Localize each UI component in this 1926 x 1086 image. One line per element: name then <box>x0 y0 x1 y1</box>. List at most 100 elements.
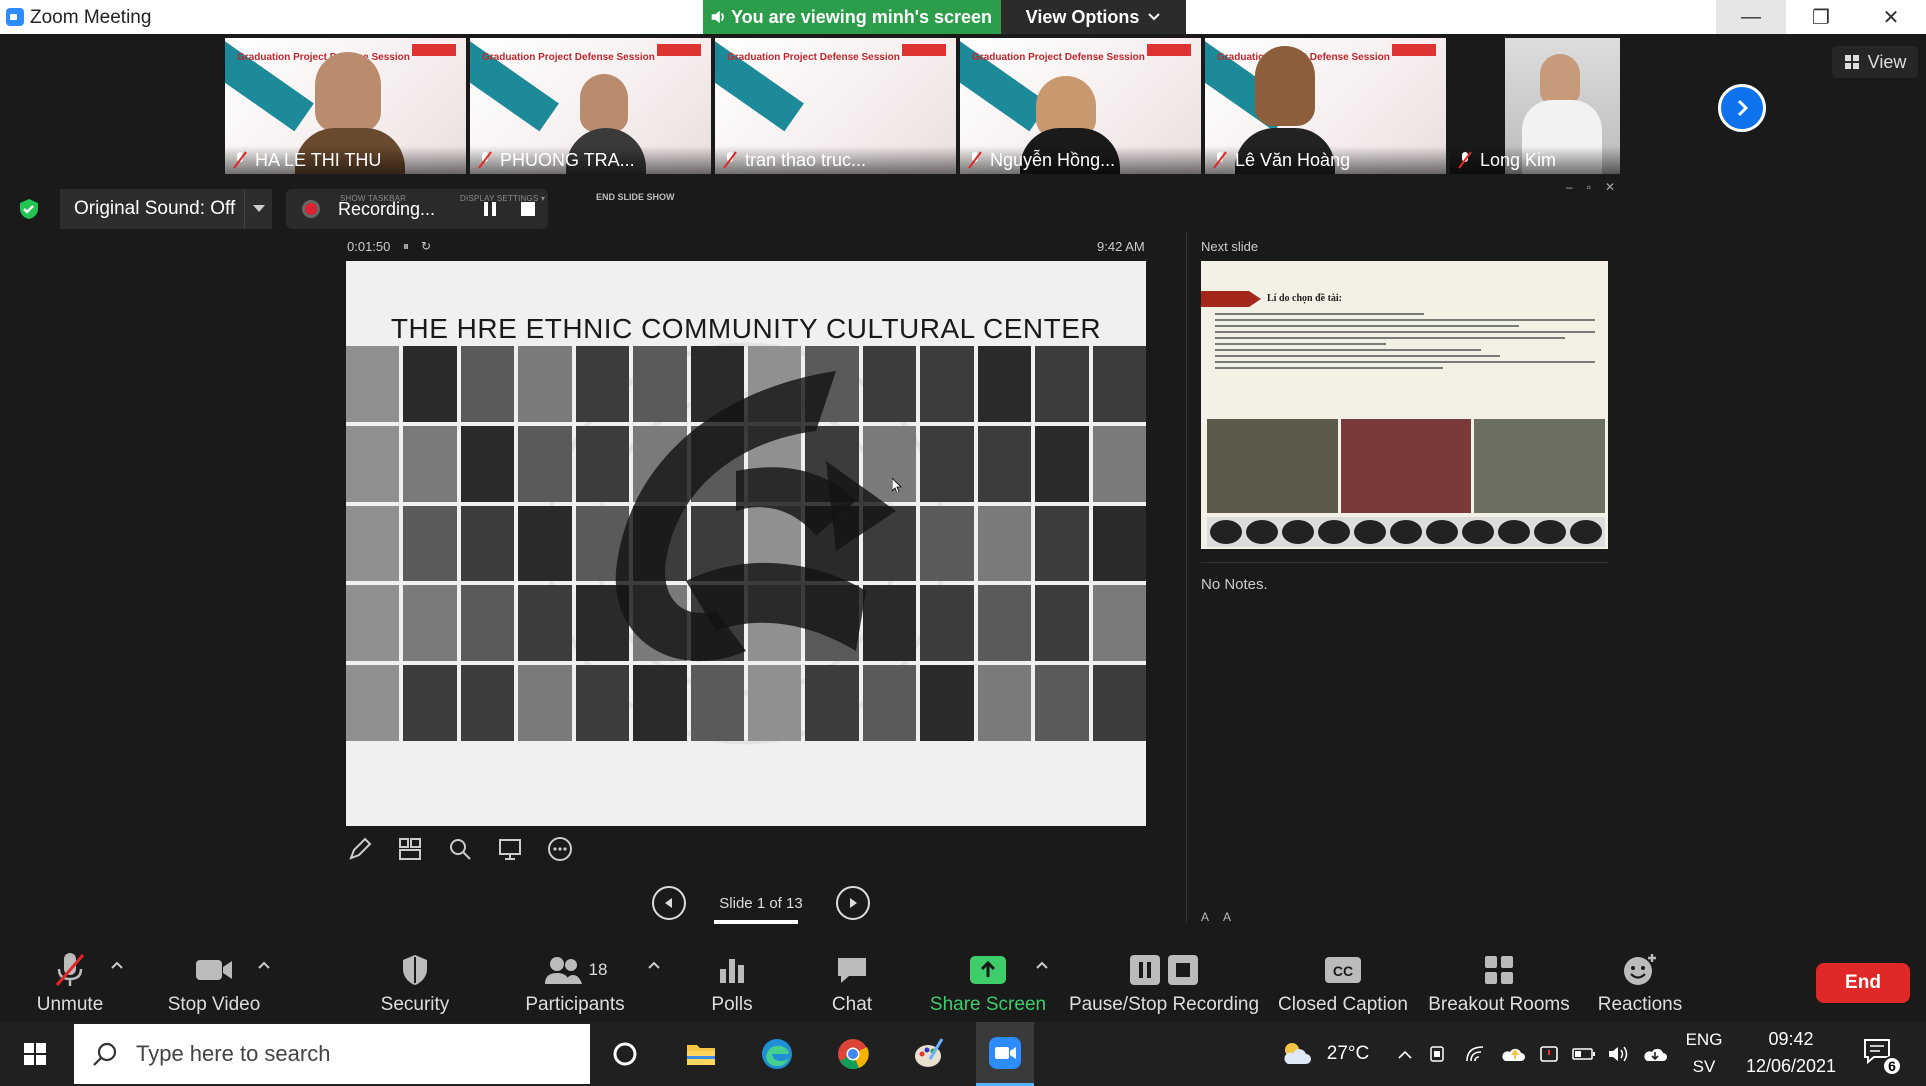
closed-caption-button[interactable]: CC Closed Caption <box>1278 940 1408 1020</box>
next-slide-preview[interactable]: Lí do chọn đề tài: <box>1201 261 1608 549</box>
participant-name: PHUONG TRA... <box>500 149 635 170</box>
background-header: Graduation Project Defense Session <box>727 52 900 63</box>
unmute-button[interactable]: Unmute <box>24 940 116 1020</box>
pause-stop-icon <box>1130 955 1198 985</box>
participants-caret-icon[interactable] <box>647 958 661 972</box>
reactions-button[interactable]: Reactions <box>1594 940 1686 1020</box>
minimize-button[interactable]: — <box>1716 0 1786 34</box>
participant-tile[interactable]: Graduation Project Defense Session tran … <box>715 38 956 174</box>
temperature-readout[interactable]: 27°C <box>1318 1022 1378 1086</box>
volume-icon[interactable] <box>1604 1022 1632 1086</box>
pause-stop-recording-button[interactable]: Pause/Stop Recording <box>1068 940 1260 1020</box>
share-options-caret-icon[interactable] <box>1035 958 1049 972</box>
slide-logo-graphic <box>615 371 896 662</box>
display-settings-button[interactable]: DISPLAY SETTINGS ▾ <box>460 194 545 203</box>
pen-tool-icon[interactable] <box>346 835 374 863</box>
security-button[interactable]: Security <box>370 940 460 1020</box>
taskbar-search-input[interactable]: Type here to search <box>74 1024 590 1084</box>
pause-stop-recording-label: Pause/Stop Recording <box>1068 994 1260 1015</box>
view-options-button[interactable]: View Options <box>1001 0 1186 34</box>
taskbar-clock[interactable]: 09:42 12/06/2021 <box>1742 1026 1840 1080</box>
participant-name-bar: HA LE THI THU <box>225 146 466 174</box>
stop-video-button[interactable]: Stop Video <box>158 940 270 1020</box>
presenter-restore-icon[interactable]: ▫ <box>1587 180 1591 194</box>
participant-gallery: Graduation Project Defense Session HA LE… <box>225 38 1620 174</box>
polls-label: Polls <box>711 994 753 1015</box>
slide-title: THE HRE ETHNIC COMMUNITY CULTURAL CENTER <box>390 313 1102 344</box>
zoom-app-icon <box>6 8 24 26</box>
end-slide-show-button[interactable]: END SLIDE SHOW <box>596 192 675 202</box>
audio-options-caret-icon[interactable] <box>110 958 124 972</box>
previous-slide-button[interactable] <box>652 886 686 920</box>
increase-font-icon[interactable]: A <box>1201 910 1223 924</box>
next-slide-button[interactable] <box>836 886 870 920</box>
unmute-label: Unmute <box>36 994 104 1015</box>
breakout-rooms-button[interactable]: Breakout Rooms <box>1428 940 1570 1020</box>
participants-button[interactable]: 18 Participants <box>515 940 635 1020</box>
breakout-rooms-icon <box>1485 956 1513 984</box>
polls-bar-icon <box>720 959 744 983</box>
show-taskbar-button[interactable]: SHOW TASKBAR <box>340 194 406 203</box>
network-cloud-icon[interactable] <box>1640 1022 1670 1086</box>
presenter-close-icon[interactable]: ✕ <box>1605 180 1615 194</box>
encryption-shield-icon[interactable] <box>17 197 41 221</box>
participant-face <box>1540 54 1580 104</box>
pause-timer-icon[interactable]: ⏸ <box>403 239 421 253</box>
see-all-slides-icon[interactable] <box>396 835 424 863</box>
weather-icon[interactable] <box>1278 1022 1314 1086</box>
cortana-button[interactable] <box>596 1022 654 1086</box>
start-button[interactable] <box>0 1022 70 1086</box>
language-code: ENG <box>1685 1030 1723 1049</box>
battery-icon[interactable] <box>1570 1022 1598 1086</box>
participant-tile[interactable]: Graduation Project Defense Session Lê Vă… <box>1205 38 1446 174</box>
notes-divider <box>1201 562 1608 563</box>
original-sound-dropdown[interactable] <box>244 189 272 229</box>
presenter-minimize-icon[interactable]: – <box>1566 180 1573 194</box>
action-center-button[interactable]: 6 <box>1862 1036 1902 1076</box>
gallery-next-button[interactable] <box>1718 84 1766 132</box>
paint-app[interactable] <box>900 1022 958 1086</box>
file-explorer-app[interactable] <box>672 1022 730 1086</box>
edge-browser-icon <box>762 1039 792 1069</box>
video-camera-icon <box>196 960 232 980</box>
mouse-cursor-icon <box>892 478 902 492</box>
zoom-slide-icon[interactable] <box>446 835 474 863</box>
security-center-icon[interactable] <box>1536 1022 1562 1086</box>
tray-app-icon[interactable] <box>1424 1022 1450 1086</box>
onedrive-icon[interactable] <box>1498 1022 1528 1086</box>
view-button[interactable]: View <box>1832 46 1918 78</box>
input-language[interactable]: ENG SV <box>1684 1026 1724 1080</box>
pointer-options-icon[interactable] <box>496 835 524 863</box>
restore-button[interactable]: ❐ <box>1786 0 1856 34</box>
participants-icon <box>544 957 582 984</box>
participant-tile[interactable]: Graduation Project Defense Session HA LE… <box>225 38 466 174</box>
participant-tile[interactable]: Long Kim <box>1450 38 1620 174</box>
share-screen-button[interactable]: Share Screen <box>928 940 1048 1020</box>
chrome-browser-icon <box>838 1039 869 1070</box>
participant-tile[interactable]: Graduation Project Defense Session Nguyễ… <box>960 38 1201 174</box>
participant-name-bar: Nguyễn Hồng... <box>960 146 1201 174</box>
wifi-icon[interactable] <box>1462 1022 1488 1086</box>
participant-tile[interactable]: Graduation Project Defense Session PHUON… <box>470 38 711 174</box>
next-slide-icon-strip <box>1207 517 1605 547</box>
chrome-browser-app[interactable] <box>824 1022 882 1086</box>
more-options-icon[interactable] <box>546 835 574 863</box>
chat-button[interactable]: Chat <box>822 940 882 1020</box>
restart-timer-icon[interactable]: ↻ <box>421 239 443 253</box>
end-meeting-button[interactable]: End <box>1816 963 1910 1003</box>
next-slide-title: Lí do chọn đề tài: <box>1267 293 1343 304</box>
search-placeholder: Type here to search <box>136 1041 331 1066</box>
show-hidden-icons-icon[interactable] <box>1392 1022 1418 1086</box>
edge-browser-app[interactable] <box>748 1022 806 1086</box>
zoom-app-taskbar[interactable] <box>976 1022 1034 1086</box>
close-button[interactable]: ✕ <box>1856 0 1926 34</box>
presenter-clock: 9:42 AM <box>1097 239 1145 254</box>
original-sound-toggle[interactable]: Original Sound: Off <box>60 189 272 229</box>
video-options-caret-icon[interactable] <box>257 958 271 972</box>
windows-logo-icon <box>24 1043 46 1065</box>
cortana-circle-icon <box>613 1042 637 1066</box>
polls-button[interactable]: Polls <box>702 940 762 1020</box>
closed-caption-label: Closed Caption <box>1278 994 1408 1015</box>
decrease-font-icon[interactable]: A <box>1223 910 1245 924</box>
participants-count: 18 <box>588 960 608 979</box>
